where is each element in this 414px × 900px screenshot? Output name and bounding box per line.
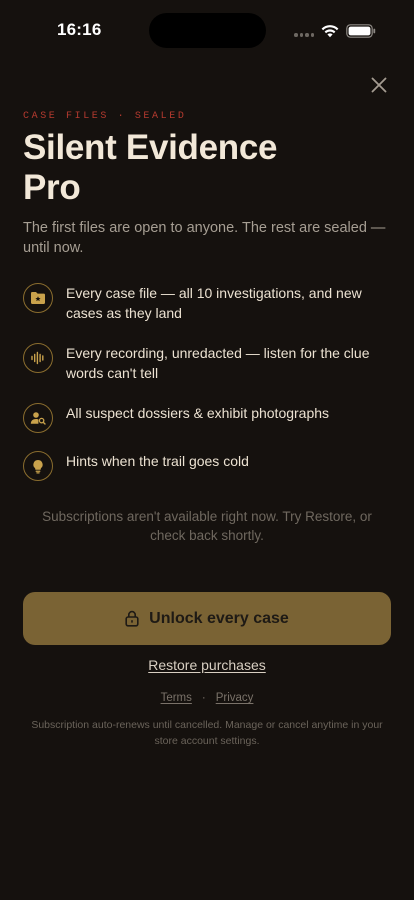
dynamic-island	[149, 13, 266, 48]
page-title-line2: Pro	[23, 168, 81, 207]
eyebrow-label: CASE FILES · SEALED	[23, 111, 187, 122]
terms-link[interactable]: Terms	[161, 692, 192, 704]
privacy-link[interactable]: Privacy	[216, 692, 254, 704]
restore-purchases-link[interactable]: Restore purchases	[0, 657, 414, 673]
feature-item-hints: Hints when the trail goes cold	[23, 451, 391, 481]
feature-text: Hints when the trail goes cold	[66, 453, 249, 469]
feature-text: Every case file — all 10 investigations,…	[66, 285, 362, 321]
page-title: Silent Evidence Pro	[23, 128, 343, 208]
unlock-button-label: Unlock every case	[149, 609, 289, 627]
audio-waveform-icon	[23, 343, 53, 373]
status-bar: 16:16	[0, 0, 414, 60]
lightbulb-icon	[23, 451, 53, 481]
folder-star-icon	[23, 283, 53, 313]
battery-icon	[346, 24, 376, 38]
subtitle: The first files are open to anyone. The …	[23, 220, 386, 256]
feature-item-dossiers: All suspect dossiers & exhibit photograp…	[23, 403, 391, 433]
close-button[interactable]	[366, 72, 392, 98]
legal-separator: ·	[201, 692, 206, 704]
subscription-fine-print: Subscription auto-renews until cancelled…	[31, 719, 383, 747]
signal-dots-icon	[294, 33, 314, 37]
close-icon	[371, 77, 387, 93]
user-search-icon	[23, 403, 53, 433]
feature-text: All suspect dossiers & exhibit photograp…	[66, 405, 330, 421]
status-time: 16:16	[57, 20, 102, 39]
availability-notice: Subscriptions aren't available right now…	[42, 509, 372, 543]
feature-text: Every recording, unredacted — listen for…	[66, 345, 370, 381]
lock-icon	[125, 610, 139, 627]
feature-item-recordings: Every recording, unredacted — listen for…	[23, 343, 391, 383]
wifi-icon	[321, 25, 339, 38]
legal-links: Terms · Privacy	[0, 692, 414, 704]
feature-item-case-files: Every case file — all 10 investigations,…	[23, 283, 391, 323]
unlock-button[interactable]: Unlock every case	[23, 592, 391, 645]
page-title-line1: Silent Evidence	[23, 128, 278, 167]
